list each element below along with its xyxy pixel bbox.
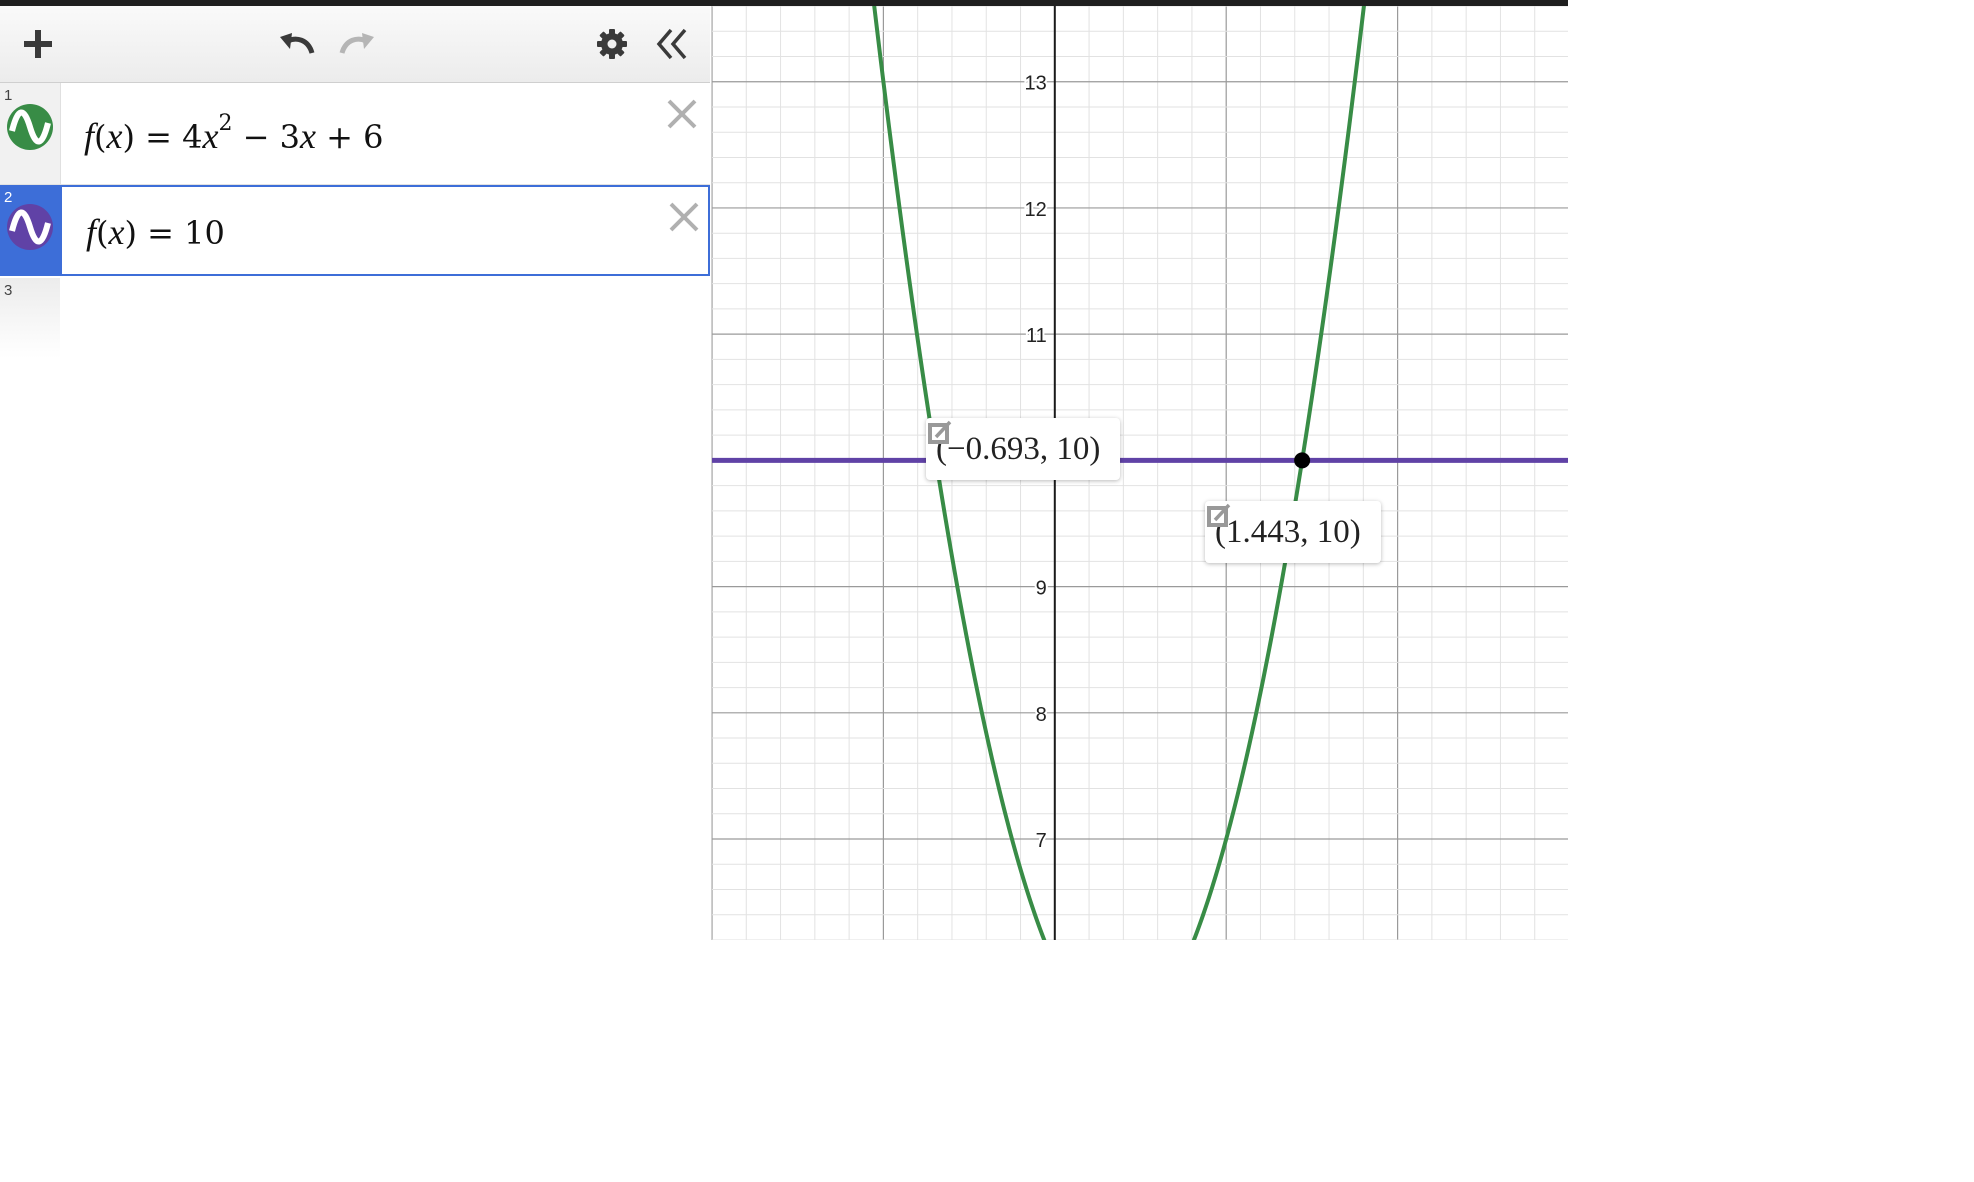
desmos-calculator: 1 f(x) = 4x2 − 3x + 6 2 f(x) = 10 3 13 1… bbox=[0, 0, 1568, 940]
y-tick-label: 13 bbox=[1025, 73, 1047, 95]
y-tick-label: 8 bbox=[1036, 704, 1047, 726]
intersection-label[interactable]: (1.443, 10) bbox=[1205, 501, 1381, 563]
row-number: 1 bbox=[4, 87, 13, 104]
plus-icon bbox=[24, 30, 52, 58]
blank-area bbox=[1568, 0, 1974, 1182]
expression-toolbar bbox=[0, 6, 710, 83]
math-var: x bbox=[299, 116, 316, 156]
redo-button[interactable] bbox=[338, 24, 378, 64]
graph-canvas[interactable]: 13121110987 bbox=[712, 6, 1568, 940]
expression-panel: 1 f(x) = 4x2 − 3x + 6 2 f(x) = 10 3 bbox=[0, 6, 710, 940]
parabola-curve bbox=[872, 6, 1366, 940]
edit-label-icon[interactable] bbox=[926, 418, 954, 446]
delete-expression-button[interactable] bbox=[664, 96, 700, 132]
intersection-point bbox=[1294, 452, 1311, 469]
add-expression-button[interactable] bbox=[18, 24, 58, 64]
expression-math[interactable]: f(x) = 4x2 − 3x + 6 bbox=[84, 113, 384, 157]
math-var: f bbox=[86, 212, 97, 252]
expression-gutter: 1 bbox=[0, 83, 61, 184]
undo-button[interactable] bbox=[276, 24, 316, 64]
math-text: = 10 bbox=[147, 214, 225, 252]
graph-visibility-icon[interactable] bbox=[6, 103, 54, 151]
expression-row-3[interactable]: 3 bbox=[0, 278, 710, 358]
expression-math[interactable]: f(x) = 10 bbox=[86, 211, 225, 253]
row-number: 3 bbox=[4, 282, 13, 299]
gear-icon bbox=[597, 29, 627, 59]
redo-icon bbox=[339, 33, 374, 54]
math-var: x bbox=[108, 212, 125, 252]
edit-label-icon[interactable] bbox=[1205, 501, 1233, 529]
expression-row-2[interactable]: 2 f(x) = 10 bbox=[0, 185, 710, 276]
double-chevron-left-icon bbox=[656, 28, 687, 60]
y-tick-label: 7 bbox=[1036, 830, 1047, 852]
collapse-panel-button[interactable] bbox=[652, 24, 692, 64]
intersection-coordinates: (−0.693, 10) bbox=[936, 430, 1101, 467]
math-var: x bbox=[202, 116, 219, 156]
undo-icon bbox=[280, 33, 315, 54]
y-tick-label: 11 bbox=[1026, 325, 1047, 347]
math-var: f bbox=[84, 116, 95, 156]
math-text: + 6 bbox=[315, 118, 384, 156]
blank-area bbox=[0, 940, 1568, 1182]
graph-paper[interactable]: 13121110987 (−0.693, 10) (1.443, 10) bbox=[711, 6, 1568, 940]
settings-button[interactable] bbox=[592, 24, 632, 64]
delete-expression-button[interactable] bbox=[666, 199, 702, 235]
intersection-coordinates: (1.443, 10) bbox=[1215, 513, 1361, 550]
math-exponent: 2 bbox=[218, 111, 233, 136]
expression-gutter: 3 bbox=[0, 278, 60, 358]
y-tick-label: 9 bbox=[1036, 578, 1047, 600]
intersection-label[interactable]: (−0.693, 10) bbox=[926, 418, 1121, 480]
expression-row-1[interactable]: 1 f(x) = 4x2 − 3x + 6 bbox=[0, 83, 710, 185]
expression-gutter: 2 bbox=[0, 185, 62, 276]
math-text: = 4 bbox=[145, 118, 203, 156]
math-text: − 3 bbox=[232, 118, 300, 156]
y-tick-label: 12 bbox=[1025, 199, 1047, 221]
math-var: x bbox=[106, 116, 123, 156]
graph-visibility-icon[interactable] bbox=[6, 203, 54, 251]
